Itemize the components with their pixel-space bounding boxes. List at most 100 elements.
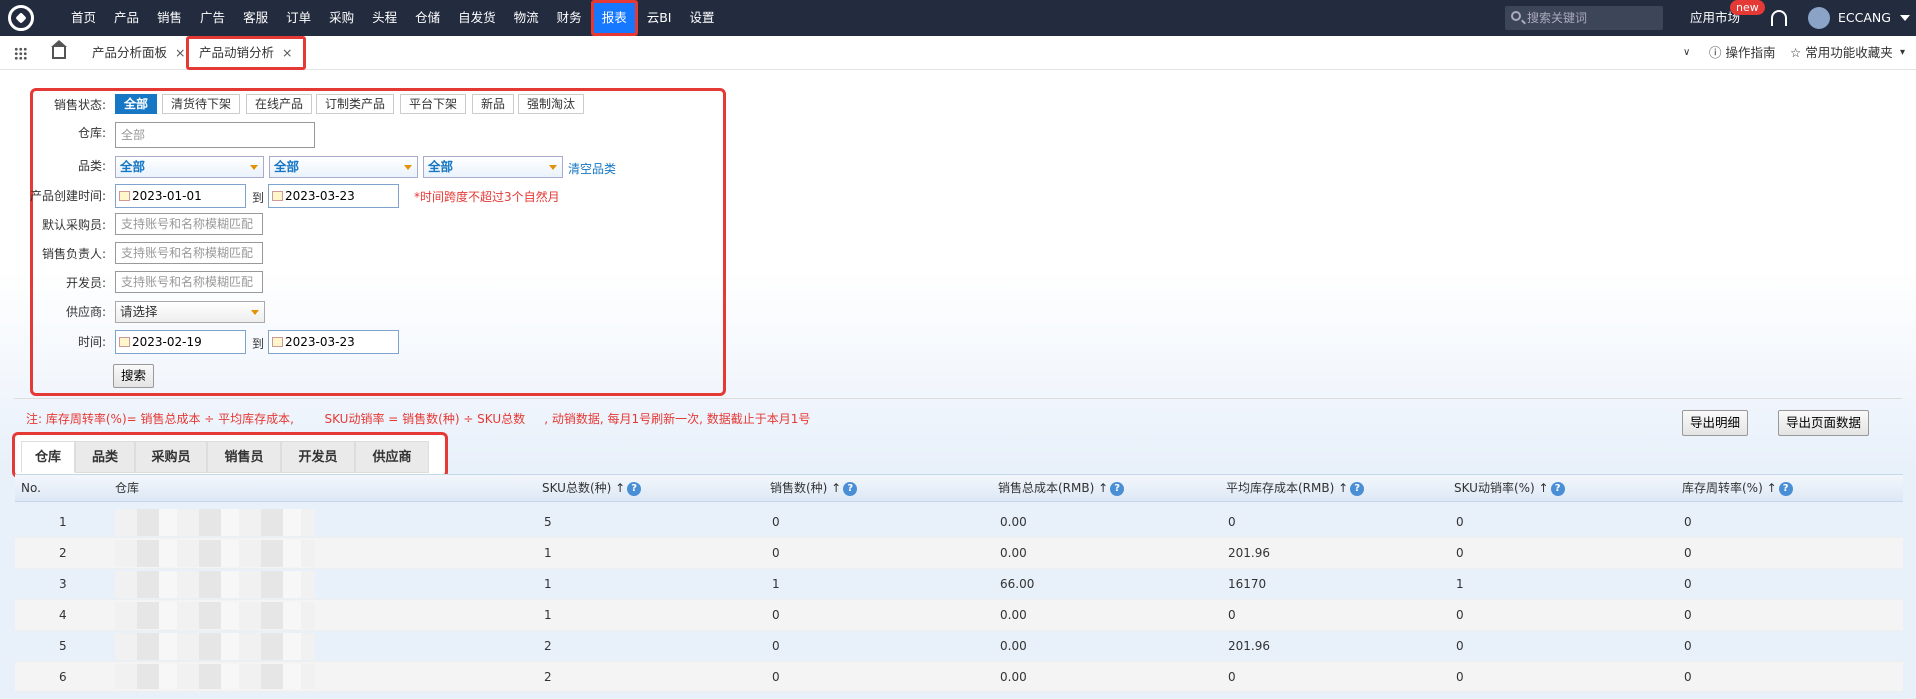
global-search-input[interactable]: 搜索关键词	[1505, 6, 1663, 30]
tab-warehouse[interactable]: 仓库	[21, 441, 75, 473]
col-stock-turnover[interactable]: 库存周转率(%) ↑?	[1682, 475, 1793, 501]
cell-sales-cost: 0.00	[1000, 515, 1027, 529]
col-avg-stock-cost[interactable]: 平均库存成本(RMB) ↑?	[1226, 475, 1365, 501]
table-header: No. 仓库 SKU总数(种) ↑? 销售数(种) ↑? 销售总成本(RMB) …	[15, 474, 1903, 502]
status-chip-platform-off[interactable]: 平台下架	[400, 94, 467, 114]
supplier-label: 供应商:	[65, 305, 106, 319]
cell-sales-count: 0	[772, 639, 780, 653]
nav-item-reports[interactable]: 报表	[590, 0, 638, 36]
help-icon[interactable]: ?	[1550, 481, 1565, 496]
help-icon[interactable]: ?	[1110, 481, 1125, 496]
col-sales-cost[interactable]: 销售总成本(RMB) ↑?	[998, 475, 1125, 501]
nav-item-customer-service[interactable]: 客服	[234, 0, 277, 36]
tab-supplier[interactable]: 供应商	[355, 441, 429, 473]
nav-item-orders[interactable]: 订单	[277, 0, 320, 36]
tab-category[interactable]: 品类	[75, 441, 135, 473]
developer-input[interactable]: 支持账号和名称模糊匹配	[115, 271, 263, 293]
cell-avg-stock-cost: 201.96	[1228, 639, 1270, 653]
status-chip-forced-out[interactable]: 强制淘汰	[518, 94, 585, 114]
chevron-down-icon[interactable]: ∨	[1683, 36, 1690, 70]
nav-item-warehouse[interactable]: 仓储	[406, 0, 449, 36]
nav-item-cloud-bi[interactable]: 云BI	[638, 0, 681, 36]
time-to-date[interactable]: 2023-03-23	[268, 330, 399, 354]
sales-status-label: 销售状态:	[53, 98, 106, 112]
avatar[interactable]	[1808, 7, 1830, 29]
close-icon[interactable]: ×	[175, 45, 185, 60]
tab-seller[interactable]: 销售员	[207, 441, 281, 473]
status-chip-custom[interactable]: 订制类产品	[316, 94, 395, 114]
table-row: 6 2 0 0.00 0 0 0	[15, 662, 1903, 692]
table-row: 3 1 1 66.00 16170 1 0	[15, 569, 1903, 600]
table-row: 5 2 0 0.00 201.96 0 0	[15, 631, 1903, 662]
chevron-down-icon[interactable]: ▾	[1900, 36, 1905, 70]
table-row: 4 1 0 0.00 0 0 0	[15, 600, 1903, 631]
cell-sku-total: 2	[544, 670, 552, 684]
nav-item-first-leg[interactable]: 头程	[363, 0, 406, 36]
tab-buyer[interactable]: 采购员	[135, 441, 207, 473]
username[interactable]: ECCANG	[1838, 0, 1891, 36]
nav-item-sales[interactable]: 销售	[148, 0, 191, 36]
new-badge: new	[1730, 0, 1765, 15]
created-from-date[interactable]: 2023-01-01	[115, 184, 246, 208]
nav-item-finance[interactable]: 财务	[548, 0, 591, 36]
status-chip-clearance[interactable]: 清货待下架	[162, 94, 241, 114]
clear-category-link[interactable]: 清空品类	[568, 160, 616, 177]
tab-developer[interactable]: 开发员	[281, 441, 355, 473]
cell-avg-stock-cost: 0	[1228, 608, 1236, 622]
tab-product-sales-analysis[interactable]: 产品动销分析 ×	[186, 36, 306, 70]
time-from-date[interactable]: 2023-02-19	[115, 330, 246, 354]
chevron-down-icon[interactable]	[1900, 15, 1910, 21]
help-icon[interactable]: ?	[843, 481, 858, 496]
cell-sku-total: 1	[544, 608, 552, 622]
apps-grid-icon[interactable]	[14, 47, 27, 60]
nav-item-self-shipping[interactable]: 自发货	[449, 0, 505, 36]
tab-product-dashboard[interactable]: 产品分析面板 ×	[82, 36, 196, 70]
nav-item-home[interactable]: 首页	[62, 0, 105, 36]
nav-item-ads[interactable]: 广告	[191, 0, 234, 36]
tab-label: 产品动销分析	[199, 45, 275, 60]
category-select-2[interactable]: 全部	[269, 156, 418, 178]
col-warehouse: 仓库	[115, 481, 140, 495]
help-icon[interactable]: ?	[1350, 481, 1365, 496]
warehouse-input[interactable]: 全部	[115, 122, 315, 148]
seller-input[interactable]: 支持账号和名称模糊匹配	[115, 242, 263, 264]
export-page-data-button[interactable]: 导出页面数据	[1778, 410, 1870, 436]
export-detail-button[interactable]: 导出明细	[1682, 410, 1749, 436]
dimension-tabs-highlight: 仓库 品类 采购员 销售员 开发员 供应商	[12, 432, 448, 478]
buyer-input[interactable]: 支持账号和名称模糊匹配	[115, 213, 263, 235]
cell-sku-sell-through: 1	[1456, 577, 1464, 591]
created-to-date[interactable]: 2023-03-23	[268, 184, 399, 208]
col-sales-count-label: 销售数(种) ↑	[770, 481, 842, 495]
category-select-3[interactable]: 全部	[423, 156, 563, 178]
nav-item-product[interactable]: 产品	[105, 0, 148, 36]
home-icon[interactable]	[51, 40, 67, 59]
divider	[14, 398, 1902, 399]
col-sku-total[interactable]: SKU总数(种) ↑?	[542, 475, 642, 501]
col-sku-sell-through[interactable]: SKU动销率(%) ↑?	[1454, 475, 1565, 501]
calendar-icon	[119, 191, 130, 201]
category-select-1[interactable]: 全部	[115, 156, 264, 178]
nav-item-purchase[interactable]: 采购	[320, 0, 363, 36]
help-icon[interactable]: ?	[627, 481, 642, 496]
status-chip-all[interactable]: 全部	[115, 94, 158, 114]
close-icon[interactable]: ×	[282, 45, 292, 60]
help-icon[interactable]: ?	[1778, 481, 1793, 496]
cell-no: 4	[59, 608, 67, 622]
col-sales-count[interactable]: 销售数(种) ↑?	[770, 475, 858, 501]
nav-item-logistics[interactable]: 物流	[505, 0, 548, 36]
redacted-warehouse-name	[115, 602, 315, 629]
favorites-link[interactable]: ☆ 常用功能收藏夹	[1790, 36, 1893, 70]
supplier-select[interactable]: 请选择	[115, 301, 265, 323]
headset-icon[interactable]	[1771, 10, 1787, 26]
search-button[interactable]: 搜索	[113, 364, 155, 388]
warehouse-label: 仓库:	[77, 126, 106, 140]
logo-icon[interactable]	[8, 5, 34, 31]
time-from-value: 2023-02-19	[132, 335, 202, 349]
status-chip-online[interactable]: 在线产品	[246, 94, 313, 114]
guide-link[interactable]: ⓘ 操作指南	[1709, 36, 1776, 70]
status-chip-new[interactable]: 新品	[472, 94, 515, 114]
calendar-icon	[119, 337, 130, 347]
seller-label: 销售负责人:	[41, 247, 106, 261]
nav-item-settings[interactable]: 设置	[680, 0, 723, 36]
cell-sku-total: 1	[544, 546, 552, 560]
